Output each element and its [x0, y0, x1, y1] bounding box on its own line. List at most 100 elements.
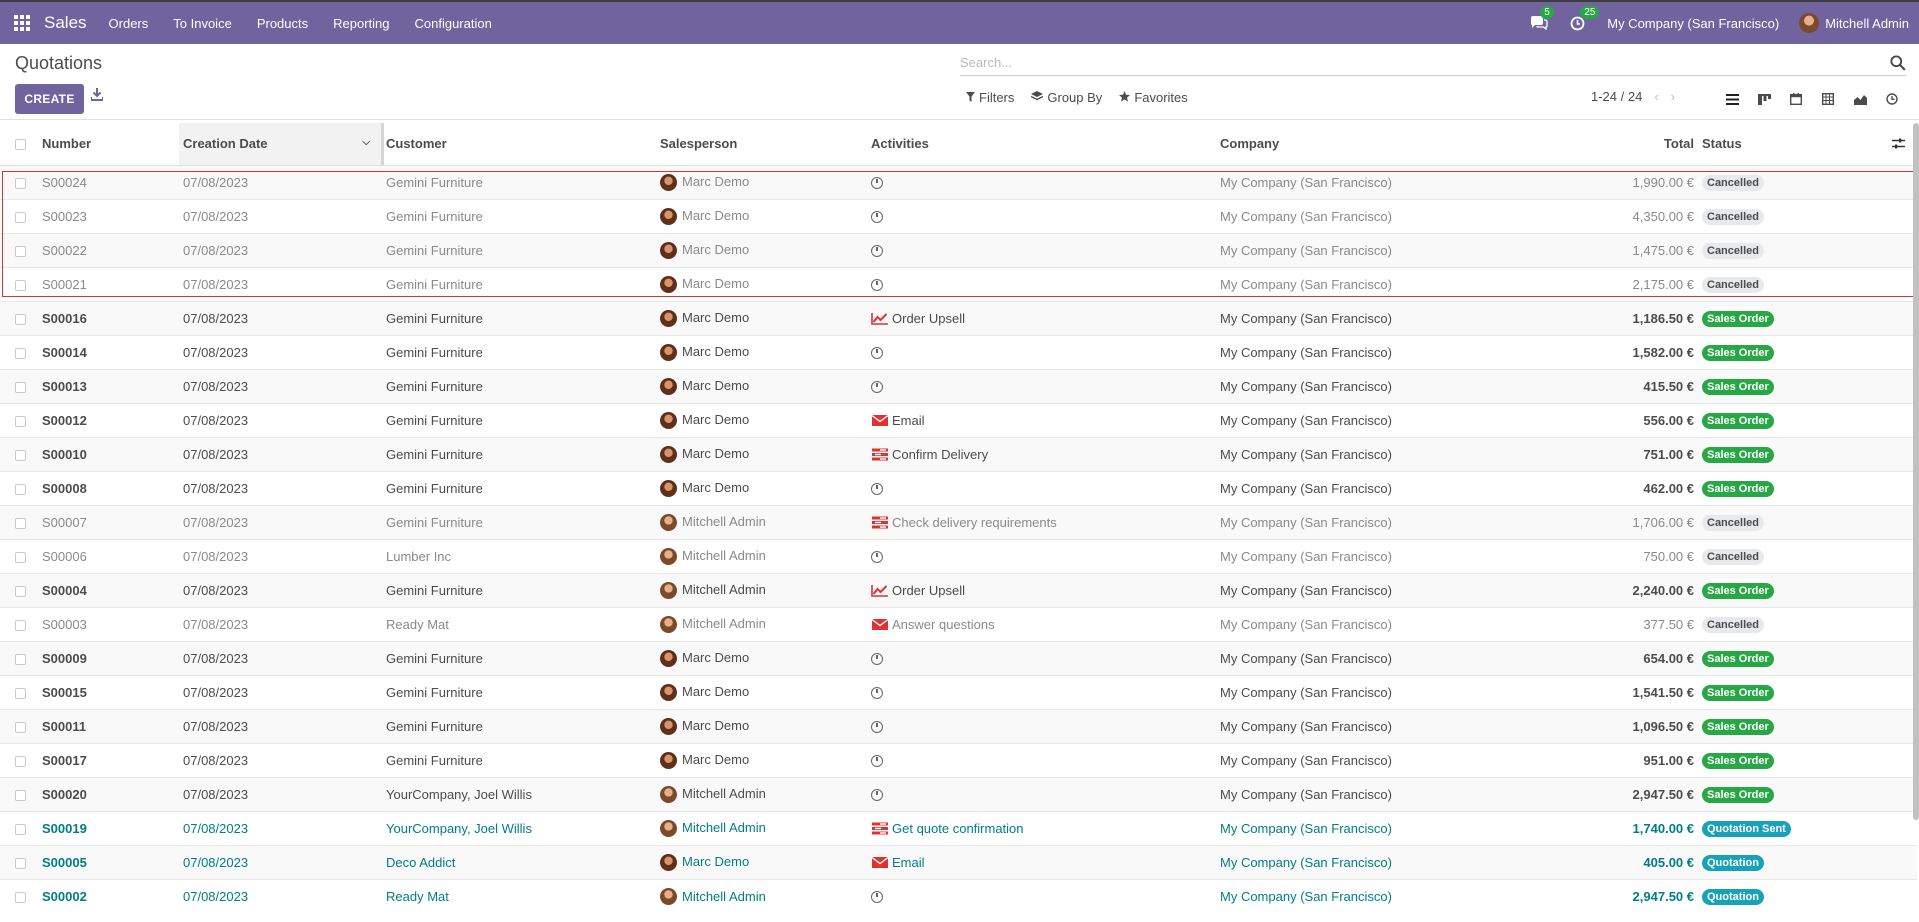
list-view-icon[interactable]	[1716, 86, 1748, 112]
clock-icon[interactable]	[871, 888, 883, 903]
table-row[interactable]: S00015 07/08/2023 Gemini Furniture Marc Dem…	[0, 674, 1917, 709]
table-row[interactable]: S00010 07/08/2023 Gemini Furniture Marc Dem…	[0, 436, 1917, 471]
menu-configuration[interactable]: Configuration	[415, 16, 492, 31]
table-row[interactable]: S00004 07/08/2023 Gemini Furniture Mitchell…	[0, 572, 1917, 607]
activity[interactable]	[867, 742, 1216, 777]
apps-menu-icon[interactable]	[0, 2, 44, 44]
export-button[interactable]	[90, 88, 107, 108]
search-bar[interactable]	[960, 50, 1906, 76]
clock-icon[interactable]	[871, 378, 883, 393]
activity[interactable]: Check delivery requirements	[867, 504, 1216, 539]
graph-view-icon[interactable]	[1844, 86, 1876, 112]
row-checkbox[interactable]	[0, 232, 38, 267]
clock-icon[interactable]	[871, 480, 883, 495]
activity[interactable]	[867, 164, 1216, 199]
pager-next-icon[interactable]: ›	[1671, 89, 1675, 104]
clock-icon[interactable]	[871, 548, 883, 563]
menu-reporting[interactable]: Reporting	[333, 16, 389, 31]
table-row[interactable]: S00016 07/08/2023 Gemini Furniture Marc Dem…	[0, 300, 1917, 335]
clock-icon[interactable]	[871, 242, 883, 257]
row-checkbox[interactable]	[0, 368, 38, 403]
row-checkbox[interactable]	[0, 470, 38, 505]
envelope-icon[interactable]	[871, 412, 892, 427]
table-row[interactable]: S00023 07/08/2023 Gemini Furniture Marc Dem…	[0, 198, 1917, 233]
clock-icon[interactable]	[871, 344, 883, 359]
select-all-checkbox[interactable]	[0, 123, 38, 166]
favorites-dropdown[interactable]: Favorites	[1119, 90, 1188, 105]
activity[interactable]	[867, 266, 1216, 301]
activity[interactable]	[867, 708, 1216, 743]
clock-icon[interactable]	[871, 718, 883, 733]
chart-line-icon[interactable]	[871, 310, 892, 325]
row-checkbox[interactable]	[0, 810, 38, 845]
clock-icon[interactable]	[871, 208, 883, 223]
activity[interactable]	[867, 232, 1216, 267]
column-total[interactable]: Total	[1519, 123, 1698, 166]
row-checkbox[interactable]	[0, 436, 38, 471]
table-row[interactable]: S00012 07/08/2023 Gemini Furniture Marc Dem…	[0, 402, 1917, 437]
pager-prev-icon[interactable]: ‹	[1654, 89, 1658, 104]
table-row[interactable]: S00017 07/08/2023 Gemini Furniture Marc Dem…	[0, 742, 1917, 777]
column-creation-date[interactable]: Creation Date ⌵	[179, 123, 384, 166]
activity[interactable]	[867, 674, 1216, 709]
activity[interactable]: Order Upsell	[867, 300, 1216, 335]
tasks-icon[interactable]	[871, 514, 892, 529]
messages-button[interactable]: 5	[1530, 6, 1554, 30]
table-row[interactable]: S00011 07/08/2023 Gemini Furniture Marc Dem…	[0, 708, 1917, 743]
row-checkbox[interactable]	[0, 606, 38, 641]
activity[interactable]: Email	[867, 844, 1216, 879]
column-salesperson[interactable]: Salesperson	[656, 123, 867, 166]
menu-to-invoice[interactable]: To Invoice	[173, 16, 232, 31]
row-checkbox[interactable]	[0, 504, 38, 539]
row-checkbox[interactable]	[0, 300, 38, 335]
activity[interactable]	[867, 368, 1216, 403]
clock-icon[interactable]	[871, 752, 883, 767]
row-checkbox[interactable]	[0, 572, 38, 607]
create-button[interactable]: CREATE	[15, 84, 84, 114]
search-input[interactable]	[960, 55, 1890, 70]
calendar-view-icon[interactable]	[1780, 86, 1812, 112]
activities-button[interactable]: 25	[1570, 5, 1600, 31]
tasks-icon[interactable]	[871, 820, 892, 835]
table-row[interactable]: S00020 07/08/2023 YourCompany, Joel Willis…	[0, 776, 1917, 811]
envelope-icon[interactable]	[871, 854, 892, 869]
column-company[interactable]: Company	[1216, 123, 1519, 166]
activity[interactable]	[867, 334, 1216, 369]
kanban-view-icon[interactable]	[1748, 86, 1780, 112]
row-checkbox[interactable]	[0, 844, 38, 879]
row-checkbox[interactable]	[0, 334, 38, 369]
chart-line-icon[interactable]	[871, 582, 892, 597]
optional-columns-icon[interactable]	[1883, 123, 1917, 166]
column-customer[interactable]: Customer	[382, 123, 656, 166]
row-checkbox[interactable]	[0, 742, 38, 777]
table-row[interactable]: S00021 07/08/2023 Gemini Furniture Marc Dem…	[0, 266, 1917, 301]
groupby-dropdown[interactable]: Group By	[1031, 90, 1102, 105]
row-checkbox[interactable]	[0, 674, 38, 709]
row-checkbox[interactable]	[0, 708, 38, 743]
row-checkbox[interactable]	[0, 266, 38, 301]
activity[interactable]: Get quote confirmation	[867, 810, 1216, 845]
row-checkbox[interactable]	[0, 402, 38, 437]
clock-icon[interactable]	[871, 276, 883, 291]
clock-icon[interactable]	[871, 650, 883, 665]
row-checkbox[interactable]	[0, 538, 38, 573]
activity[interactable]	[867, 776, 1216, 811]
scrollbar[interactable]	[1913, 123, 1919, 820]
activity[interactable]: Answer questions	[867, 606, 1216, 641]
column-status[interactable]: Status	[1698, 123, 1883, 166]
user-menu[interactable]: Mitchell Admin	[1799, 13, 1909, 33]
clock-icon[interactable]	[871, 786, 883, 801]
activity[interactable]: Confirm Delivery	[867, 436, 1216, 471]
row-checkbox[interactable]	[0, 776, 38, 811]
column-activities[interactable]: Activities	[867, 123, 1216, 166]
table-row[interactable]: S00019 07/08/2023 YourCompany, Joel Willis…	[0, 810, 1917, 845]
table-row[interactable]: S00003 07/08/2023 Ready Mat Mitchell Admin A…	[0, 606, 1917, 641]
row-checkbox[interactable]	[0, 878, 38, 913]
tasks-icon[interactable]	[871, 446, 892, 461]
app-name[interactable]: Sales	[44, 13, 87, 33]
filters-dropdown[interactable]: Filters	[966, 90, 1014, 105]
activity[interactable]: Order Upsell	[867, 572, 1216, 607]
pivot-view-icon[interactable]	[1812, 86, 1844, 112]
activity[interactable]	[867, 198, 1216, 233]
activity[interactable]	[867, 538, 1216, 573]
